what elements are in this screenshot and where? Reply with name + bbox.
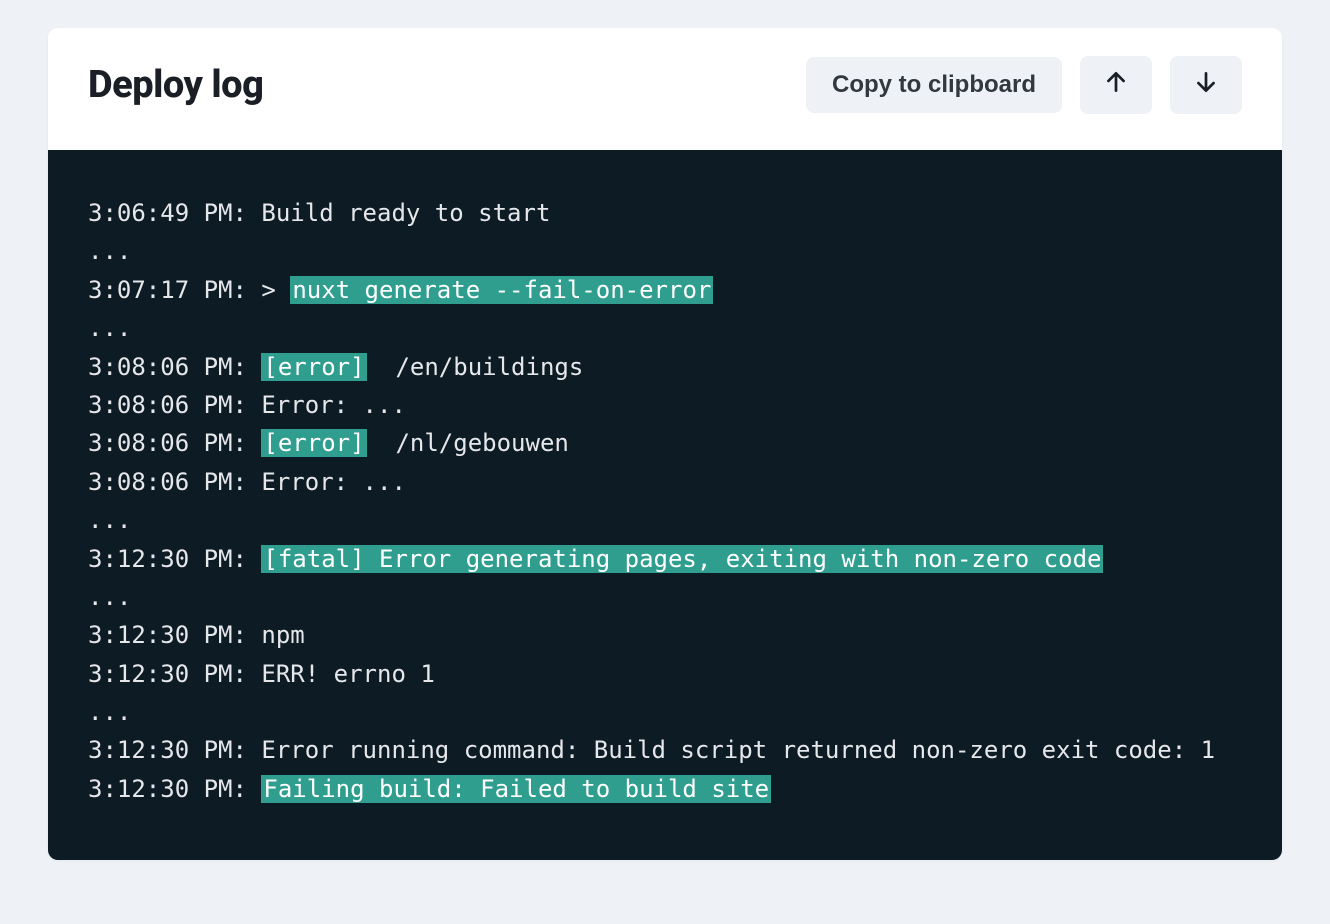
log-timestamp: 3:12:30 PM: — [88, 660, 247, 688]
log-timestamp: 3:07:17 PM: — [88, 276, 247, 304]
log-text: nuxt generate --fail-on-error — [290, 276, 713, 304]
log-prefix — [247, 353, 261, 381]
log-prefix — [247, 660, 261, 688]
log-line: ... — [88, 232, 1242, 270]
log-tag: [error] — [261, 429, 366, 457]
log-text: Build ready to start — [261, 199, 550, 227]
log-text: npm — [261, 621, 304, 649]
log-line: 3:12:30 PM: ERR! errno 1 — [88, 655, 1242, 693]
log-text: ERR! errno 1 — [261, 660, 434, 688]
log-text: Error: ... — [261, 391, 406, 419]
log-line: 3:08:06 PM: [error] /en/buildings — [88, 348, 1242, 386]
log-prefix — [247, 545, 261, 573]
log-text: Error: ... — [261, 468, 406, 496]
log-text: Failing build: Failed to build site — [261, 775, 771, 803]
header-actions: Copy to clipboard — [806, 56, 1242, 114]
log-timestamp: 3:12:30 PM: — [88, 621, 247, 649]
log-timestamp: 3:12:30 PM: — [88, 775, 247, 803]
log-line: 3:12:30 PM: npm — [88, 616, 1242, 654]
log-tag: [error] — [261, 353, 366, 381]
log-prefix — [247, 391, 261, 419]
log-line: 3:12:30 PM: [fatal] Error generating pag… — [88, 540, 1242, 578]
log-line: ... — [88, 693, 1242, 731]
log-line: ... — [88, 309, 1242, 347]
log-line: 3:08:06 PM: [error] /nl/gebouwen — [88, 424, 1242, 462]
log-timestamp: 3:08:06 PM: — [88, 468, 247, 496]
log-prefix — [247, 775, 261, 803]
log-timestamp: 3:06:49 PM: — [88, 199, 247, 227]
arrow-up-icon — [1103, 69, 1129, 102]
log-text: /nl/gebouwen — [367, 429, 569, 457]
log-prefix: > — [247, 276, 290, 304]
log-text: ... — [88, 314, 131, 342]
log-prefix — [247, 736, 261, 764]
log-text: ... — [88, 506, 131, 534]
log-text: /en/buildings — [367, 353, 584, 381]
log-output[interactable]: 3:06:49 PM: Build ready to start... 3:07:… — [48, 150, 1282, 860]
log-line: 3:08:06 PM: Error: ... — [88, 463, 1242, 501]
log-line: 3:12:30 PM: Failing build: Failed to bui… — [88, 770, 1242, 808]
log-text: [fatal] Error generating pages, exiting … — [261, 545, 1103, 573]
log-text: ... — [88, 698, 131, 726]
log-timestamp: 3:08:06 PM: — [88, 353, 247, 381]
deploy-log-card: Deploy log Copy to clipboard 3:06:49 PM:… — [48, 28, 1282, 860]
log-prefix — [247, 621, 261, 649]
card-header: Deploy log Copy to clipboard — [48, 28, 1282, 150]
log-prefix — [247, 468, 261, 496]
log-prefix — [247, 199, 261, 227]
log-timestamp: 3:08:06 PM: — [88, 429, 247, 457]
log-timestamp: 3:12:30 PM: — [88, 736, 247, 764]
log-timestamp: 3:08:06 PM: — [88, 391, 247, 419]
scroll-up-button[interactable] — [1080, 56, 1152, 114]
scroll-down-button[interactable] — [1170, 56, 1242, 114]
log-line: 3:08:06 PM: Error: ... — [88, 386, 1242, 424]
log-text: Error running command: Build script retu… — [261, 736, 1215, 764]
log-prefix — [247, 429, 261, 457]
log-line: 3:12:30 PM: Error running command: Build… — [88, 731, 1242, 769]
arrow-down-icon — [1193, 69, 1219, 102]
log-line: ... — [88, 578, 1242, 616]
log-timestamp: 3:12:30 PM: — [88, 545, 247, 573]
log-line: 3:06:49 PM: Build ready to start — [88, 194, 1242, 232]
log-text: ... — [88, 583, 131, 611]
log-line: 3:07:17 PM: > nuxt generate --fail-on-er… — [88, 271, 1242, 309]
log-text: ... — [88, 237, 131, 265]
log-line: ... — [88, 501, 1242, 539]
page-title: Deploy log — [88, 63, 263, 107]
copy-to-clipboard-button[interactable]: Copy to clipboard — [806, 57, 1062, 113]
